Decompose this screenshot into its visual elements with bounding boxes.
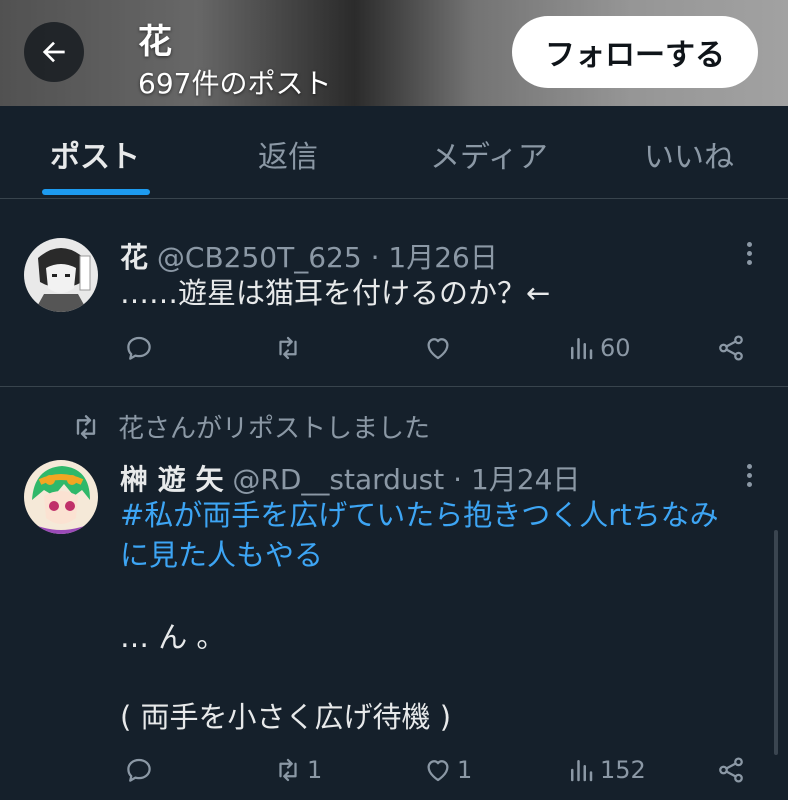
- tab-replies[interactable]: 返信: [258, 132, 318, 176]
- view-count: 60: [600, 334, 631, 362]
- views-button[interactable]: 152: [566, 755, 646, 785]
- share-button[interactable]: [716, 333, 750, 363]
- share-icon: [719, 335, 743, 361]
- repost-button[interactable]: 1: [273, 755, 322, 785]
- hashtag-link[interactable]: #私が両手を広げていたら抱きつく人rtちなみ: [120, 494, 719, 536]
- heart-icon: [427, 338, 449, 360]
- avatar[interactable]: [24, 238, 98, 312]
- divider: [0, 386, 788, 387]
- like-button[interactable]: 1: [423, 755, 472, 785]
- post-count: 697件のポスト: [138, 67, 332, 100]
- reply-button[interactable]: [124, 333, 158, 363]
- tweet-author-handle[interactable]: @CB250T_625: [157, 241, 362, 274]
- meta-separator: ·: [370, 241, 380, 274]
- repost-note: 花さんがリポストしました: [70, 408, 430, 445]
- tab-likes[interactable]: いいね: [644, 132, 734, 176]
- profile-header-banner: 花 697件のポスト フォローする: [0, 0, 788, 106]
- tweet-meta: 榊 遊 矢 @RD__stardust · 1月24日: [120, 458, 580, 498]
- avatar[interactable]: [24, 460, 98, 534]
- tweet-meta: 花 @CB250T_625 · 1月26日: [120, 236, 498, 276]
- tweet-text-line: ( 両手を小さく広げ待機 ): [120, 700, 452, 734]
- repost-icon: [76, 414, 96, 439]
- heart-icon: [427, 760, 449, 782]
- repost-icon: [279, 758, 297, 782]
- tab-media[interactable]: メディア: [430, 132, 548, 176]
- tweet-author-handle[interactable]: @RD__stardust: [232, 463, 444, 496]
- views-chart-icon: [571, 338, 593, 360]
- follow-button[interactable]: フォローする: [512, 16, 758, 88]
- profile-name: 花: [138, 22, 172, 62]
- meta-separator: ·: [453, 463, 463, 496]
- repost-count: 1: [307, 756, 323, 784]
- tweet-text-line: … ん 。: [120, 620, 226, 654]
- views-chart-icon: [571, 760, 593, 782]
- repost-button[interactable]: [273, 333, 307, 363]
- tab-posts[interactable]: ポスト: [50, 132, 140, 176]
- back-button[interactable]: [24, 22, 84, 82]
- tweet-date[interactable]: 1月24日: [471, 463, 580, 496]
- repost-icon: [279, 336, 297, 360]
- views-button[interactable]: 60: [566, 333, 631, 363]
- reply-icon: [127, 336, 151, 360]
- tweet-date[interactable]: 1月26日: [388, 241, 497, 274]
- view-count: 152: [600, 756, 646, 784]
- reply-button[interactable]: [124, 755, 158, 785]
- active-tab-indicator: [42, 189, 150, 195]
- more-options-icon[interactable]: [737, 238, 761, 278]
- arrow-left-icon: [42, 41, 65, 63]
- repost-note-text[interactable]: 花さんがリポストしました: [118, 408, 430, 445]
- share-icon: [719, 757, 743, 783]
- share-button[interactable]: [716, 755, 750, 785]
- tweet-author-name[interactable]: 花: [120, 241, 148, 274]
- hashtag-link-continued[interactable]: に見た人もやる: [120, 534, 323, 576]
- like-button[interactable]: [423, 333, 457, 363]
- tweet-text: ……遊星は猫耳を付けるのか？←: [120, 276, 551, 310]
- like-count: 1: [457, 756, 473, 784]
- more-options-icon[interactable]: [737, 460, 761, 500]
- tweet-author-name[interactable]: 榊 遊 矢: [120, 463, 224, 496]
- reply-icon: [127, 758, 151, 782]
- scrollbar[interactable]: [774, 530, 778, 755]
- profile-tabs: ポスト 返信 メディア いいね: [0, 106, 788, 199]
